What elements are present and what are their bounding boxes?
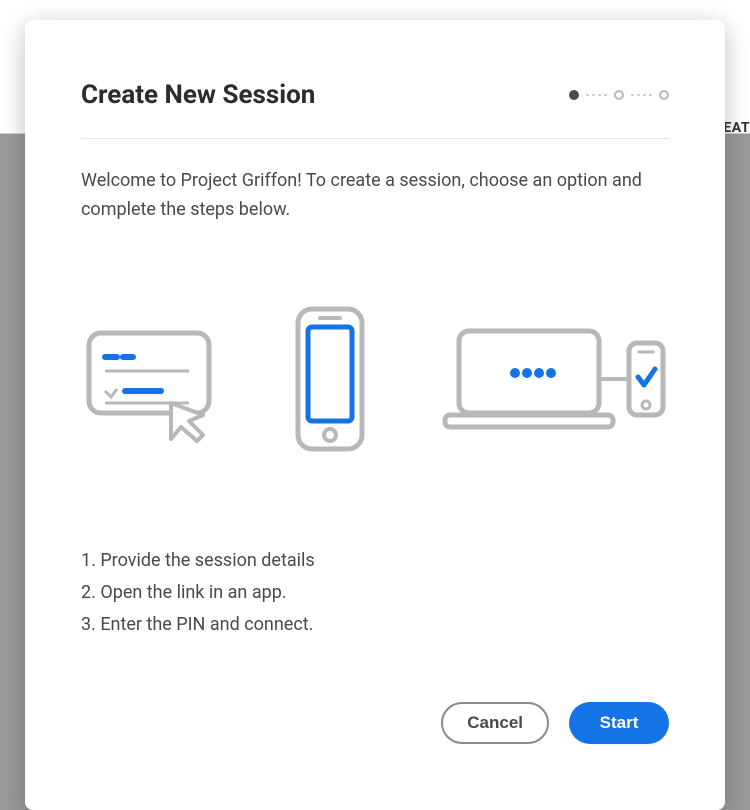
- form-cursor-icon: [83, 315, 223, 445]
- illustration-row: [81, 305, 669, 455]
- step-item-2: 2. Open the link in an app.: [81, 577, 669, 609]
- cancel-button[interactable]: Cancel: [441, 702, 549, 744]
- step-connector: [586, 94, 607, 96]
- background-partial-button: EAT: [723, 120, 750, 136]
- create-session-modal: Create New Session Welcome to Project Gr…: [25, 20, 725, 810]
- step-dot-1: [569, 90, 579, 100]
- step-dot-2: [614, 90, 624, 100]
- step-item-1: 1. Provide the session details: [81, 545, 669, 577]
- start-button[interactable]: Start: [569, 702, 669, 744]
- laptop-phone-icon: [437, 325, 667, 435]
- step-dot-3: [659, 90, 669, 100]
- modal-title: Create New Session: [81, 80, 315, 110]
- steps-list: 1. Provide the session details 2. Open t…: [81, 545, 669, 642]
- step-connector: [631, 94, 652, 96]
- intro-text: Welcome to Project Griffon! To create a …: [81, 167, 669, 225]
- modal-header: Create New Session: [81, 80, 669, 139]
- modal-footer: Cancel Start: [81, 702, 669, 744]
- step-item-3: 3. Enter the PIN and connect.: [81, 609, 669, 641]
- wizard-stepper: [569, 90, 669, 100]
- phone-icon: [290, 305, 370, 455]
